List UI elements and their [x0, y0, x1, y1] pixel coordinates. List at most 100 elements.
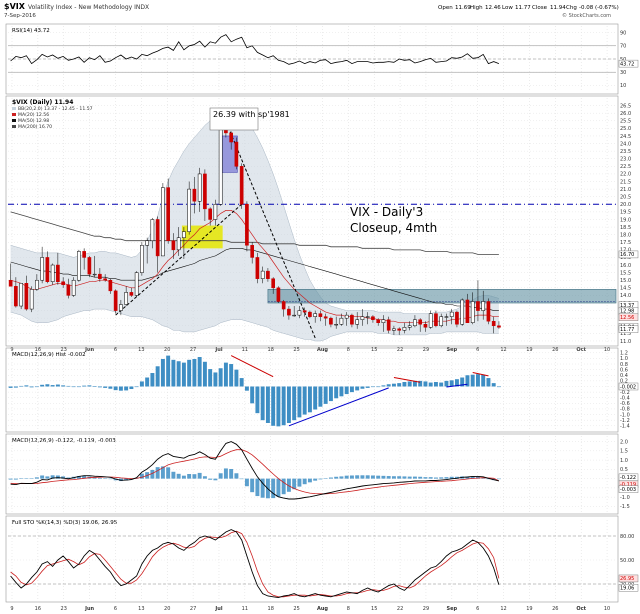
candle-body — [50, 264, 55, 282]
stoch-x-tick-label: 16 — [35, 606, 41, 612]
candle-body — [397, 328, 402, 331]
macd-hist-bar — [118, 386, 123, 391]
high-label: High — [470, 5, 483, 11]
ma200-swatch — [12, 125, 16, 128]
candle-body — [187, 188, 191, 232]
macd-diff-bar — [223, 468, 228, 479]
macd-hist-bar — [470, 374, 475, 387]
candle-body — [108, 279, 113, 292]
chart-date: 7-Sep-2016 — [4, 13, 36, 19]
stoch-x-tick-label: 25 — [293, 606, 299, 612]
macd-diff-bar — [24, 478, 29, 479]
macd-diff-bar — [255, 478, 260, 497]
price-tick-label: 25.0 — [620, 126, 631, 132]
rsi-layer: 907050301043.72 — [8, 26, 639, 92]
macd-hist-bar — [491, 383, 496, 387]
stoch-x-tick-label: 6 — [476, 606, 479, 612]
macd-diff-bar — [386, 476, 391, 479]
macd-hist-bar — [145, 377, 150, 387]
macd-hist-bar — [124, 386, 129, 391]
low-label: Low — [502, 5, 513, 11]
ohlc-readout: Open 11.69 High 12.46 Low 11.77 Close 11… — [438, 5, 619, 11]
macd-diff-bar — [444, 477, 449, 479]
candle-body — [486, 301, 491, 322]
macd-diff-bar — [29, 478, 34, 479]
macd-hist-bar — [276, 386, 281, 427]
price-tick-label: 26.5 — [620, 103, 631, 109]
macd-diff-bar — [391, 476, 396, 479]
candle-body — [460, 299, 465, 325]
macd-diff-bar — [439, 477, 444, 479]
macd-hist-bar — [92, 386, 97, 387]
candle-body — [124, 292, 128, 305]
macd-tick-label: 0.5 — [620, 467, 628, 473]
stoch-x-tick-label: 22 — [397, 606, 403, 612]
open-label: Open — [438, 5, 453, 11]
stoch-x-tick-label: Sep — [447, 606, 458, 612]
rsi-tick-label: 90 — [620, 30, 626, 36]
macd-hist-bar — [376, 386, 381, 388]
macd-hist-bar — [318, 386, 323, 407]
price-tick-label: 26.0 — [620, 111, 631, 117]
macd-hist-bar — [250, 386, 255, 404]
close-value: 11.94 — [550, 5, 566, 11]
candle-body — [292, 314, 296, 317]
price-tick-label: 18.0 — [620, 232, 631, 238]
macd-diff-bar — [496, 478, 501, 480]
hist-red-line-2 — [393, 377, 421, 383]
macd-hist-bar — [255, 386, 260, 414]
ma20-legend: MA(20) 12.56 — [18, 112, 49, 118]
stoch-x-tick-label: 20 — [164, 606, 170, 612]
candle-body — [255, 257, 260, 279]
stoch-tick-label: 80.00 — [620, 534, 634, 540]
ma50-swatch — [12, 119, 16, 122]
candle-body — [245, 204, 249, 246]
macd-diff-bar — [13, 478, 18, 480]
ma20-swatch — [12, 113, 16, 116]
macd-diff-bar — [202, 476, 207, 479]
macd-hist-bar — [176, 361, 181, 387]
candle-body — [40, 257, 44, 281]
price-tick-label: 24.5 — [620, 134, 631, 140]
stoch-x-tick-label: Oct — [576, 606, 586, 612]
macd-hist-bar — [113, 386, 118, 391]
candle-body — [14, 286, 18, 307]
price-tick-label: 20.0 — [620, 202, 631, 208]
candle-body — [376, 319, 381, 323]
candle-body — [45, 257, 50, 282]
stoch-x-tick-label: 27 — [190, 606, 196, 612]
stoch-x-tick-label: 18 — [268, 606, 274, 612]
macd-hist-bar — [8, 386, 13, 388]
candle-body — [355, 319, 360, 325]
macd-hist-bar — [13, 386, 18, 388]
macd-diff-bar — [307, 478, 312, 483]
candle-body — [318, 313, 323, 317]
macd-hist-bar — [391, 383, 396, 387]
rsi-tick-label: 30 — [620, 70, 626, 76]
annotation-title-1: VIX - Daily'3 — [350, 205, 423, 219]
candle-body — [239, 166, 244, 205]
macd-diff-bar — [344, 475, 349, 479]
peak-note-line1: 26.39 with sp'1981 — [213, 110, 290, 119]
macd-tick-label: 1.0 — [620, 458, 628, 464]
candle-body — [56, 264, 60, 282]
stoch-x-tick-label: 9 — [10, 606, 13, 612]
macd-hist-bar — [344, 386, 349, 395]
macd-panel: MACD(12,26,9) -0.122, -0.119, -0.003 2.0… — [5, 433, 639, 515]
candle-body — [313, 313, 317, 317]
rsi-line — [10, 34, 500, 65]
chart-name: Volatility Index - New Methodology INDX — [28, 4, 149, 11]
macd-diff-bar — [234, 473, 239, 479]
stoch-d-line — [10, 530, 500, 598]
macd-hist-bar — [150, 373, 155, 387]
candle-body — [281, 301, 286, 310]
price-tick-label: 21.0 — [620, 187, 631, 193]
candle-body — [418, 319, 423, 325]
candle-body — [444, 316, 449, 318]
macd-hist-bar — [208, 369, 213, 387]
macd-hist-bar — [202, 361, 207, 387]
candle-body — [491, 320, 496, 327]
candle-body — [402, 327, 407, 331]
candle-body — [329, 317, 333, 325]
macd-hist-bar — [260, 386, 265, 421]
